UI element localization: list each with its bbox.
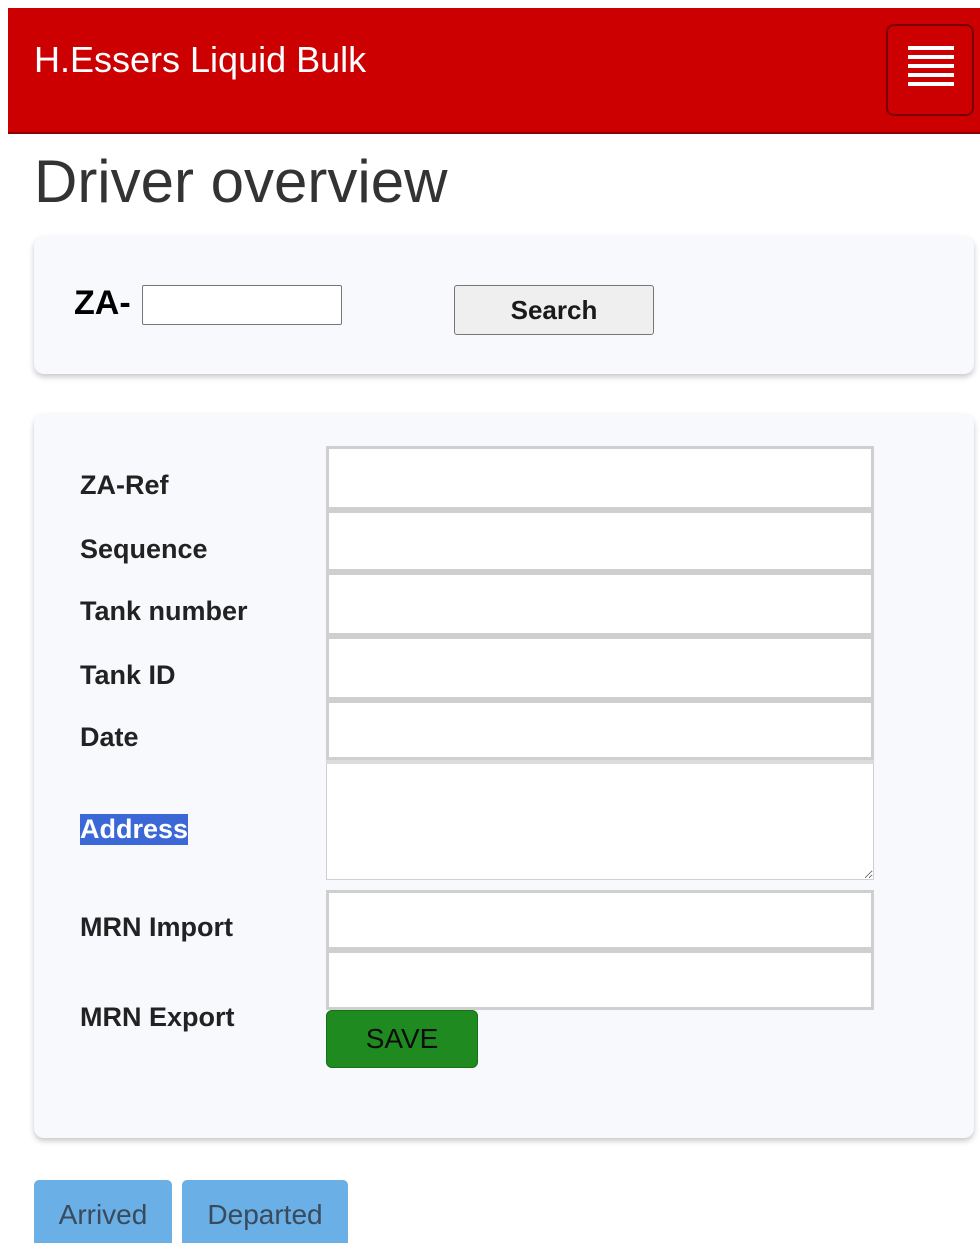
page-title: Driver overview	[34, 148, 448, 215]
departed-button[interactable]: Departed	[182, 1180, 348, 1243]
za-search-input[interactable]	[142, 285, 342, 325]
address-label: Address	[80, 814, 189, 845]
date-field[interactable]	[326, 700, 874, 760]
mrn-import-field[interactable]	[326, 890, 874, 950]
za-ref-label: ZA-Ref	[80, 470, 169, 500]
navbar: H.Essers Liquid Bulk	[8, 8, 980, 134]
page: H.Essers Liquid Bulk Driver overview ZA-…	[0, 0, 980, 1243]
search-card: ZA- Search	[34, 236, 974, 374]
mrn-export-label: MRN Export	[80, 1002, 235, 1032]
address-textarea[interactable]	[326, 760, 874, 880]
arrived-button[interactable]: Arrived	[34, 1180, 172, 1243]
sequence-field[interactable]	[326, 510, 874, 572]
hamburger-menu-icon	[908, 46, 954, 96]
tank-number-field[interactable]	[326, 572, 874, 636]
mrn-export-field[interactable]	[326, 950, 874, 1010]
menu-toggle-button[interactable]	[886, 24, 974, 116]
za-ref-field[interactable]	[326, 446, 874, 510]
sequence-label: Sequence	[80, 534, 208, 564]
tank-id-field[interactable]	[326, 636, 874, 700]
mrn-import-label: MRN Import	[80, 912, 233, 942]
tank-number-label: Tank number	[80, 596, 248, 626]
brand-title[interactable]: H.Essers Liquid Bulk	[34, 38, 366, 82]
search-button[interactable]: Search	[454, 285, 654, 335]
tank-id-label: Tank ID	[80, 660, 176, 690]
driver-form-card: ZA-Ref Sequence Tank number Tank ID Date…	[34, 414, 974, 1138]
save-button[interactable]: SAVE	[326, 1010, 478, 1068]
za-prefix-label: ZA-	[74, 284, 131, 322]
date-label: Date	[80, 722, 139, 752]
